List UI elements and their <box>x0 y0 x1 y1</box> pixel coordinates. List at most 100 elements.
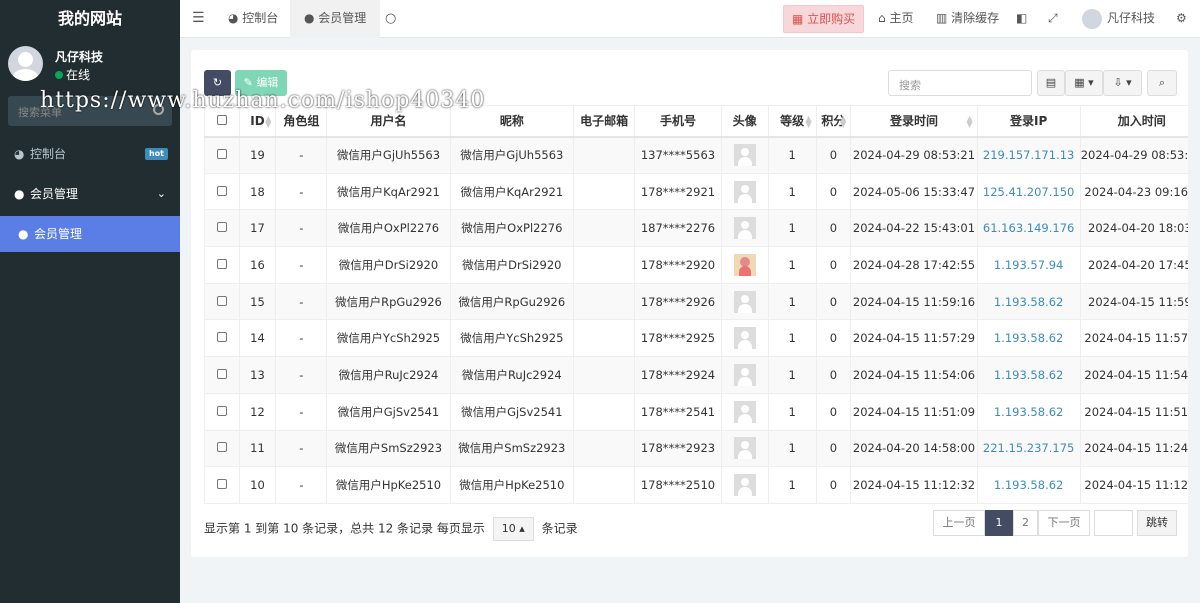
login-ip-cell[interactable]: 1.193.58.62 <box>976 392 1081 431</box>
level-cell: 1 <box>767 282 817 321</box>
table-row[interactable]: 10- 微信用户HpKe2510 微信用户HpKe2510 178****2510 1 0… <box>204 466 1188 504</box>
toggle-view-button[interactable]: ▤ <box>1037 70 1065 96</box>
login-ip-cell[interactable]: 221.15.237.175 <box>976 429 1081 468</box>
user-panel: 凡仔科技 在线 <box>0 40 180 90</box>
avatar[interactable] <box>733 290 756 313</box>
columns-button[interactable]: ▦ ▾ <box>1065 70 1103 96</box>
user-menu[interactable]: 凡仔科技 <box>1082 0 1155 38</box>
avatar[interactable] <box>733 180 756 203</box>
tab-dashboard[interactable]: ◕ 控制台 <box>228 0 278 38</box>
email-cell <box>572 172 636 211</box>
page-2-button[interactable]: 2 <box>1013 510 1038 536</box>
next-page-button[interactable]: 下一页 <box>1038 510 1090 536</box>
checkbox-cell[interactable] <box>204 319 240 358</box>
id-cell: 18 <box>238 172 277 211</box>
search-toggle-button[interactable]: ⌕ <box>1147 70 1177 96</box>
checkbox-cell[interactable] <box>204 429 240 468</box>
sidebar-search-input[interactable]: 搜索菜单 <box>8 96 172 126</box>
login-ip-cell[interactable]: 1.193.57.94 <box>976 246 1081 284</box>
avatar[interactable] <box>733 144 756 167</box>
translate-icon[interactable]: ◧ <box>1016 0 1027 38</box>
join-time-cell: 2024-04-15 11:24:2 <box>1079 429 1188 468</box>
login-ip-cell[interactable]: 125.41.207.150 <box>976 172 1081 211</box>
row-checkbox[interactable] <box>216 442 227 453</box>
row-checkbox[interactable] <box>216 368 227 379</box>
checkbox-cell[interactable] <box>204 466 240 504</box>
row-checkbox[interactable] <box>216 185 227 196</box>
clear-cache-button[interactable]: ▥ 清除缓存 <box>936 0 999 38</box>
checkbox-cell[interactable] <box>204 282 240 321</box>
table-row[interactable]: 11- 微信用户SmSz2923 微信用户SmSz2923 178****2923 1 0… <box>204 429 1188 468</box>
avatar[interactable] <box>733 474 756 497</box>
login-ip-cell[interactable]: 1.193.58.62 <box>976 466 1081 504</box>
checkbox[interactable] <box>216 114 227 125</box>
search-icon: ⌕ <box>1158 76 1166 89</box>
row-checkbox[interactable] <box>216 405 227 416</box>
col-email: 电子邮箱 <box>572 105 636 138</box>
table-row[interactable]: 19- 微信用户GjUh5563 微信用户GjUh5563 137****5563 1 0… <box>204 136 1188 174</box>
table-row[interactable]: 12- 微信用户GjSv2541 微信用户GjSv2541 178****2541 1 0… <box>204 392 1188 431</box>
refresh-tab-icon[interactable]: ○ <box>385 0 396 38</box>
table-row[interactable]: 18- 微信用户KqAr2921 微信用户KqAr2921 178****2921 1 0… <box>204 172 1188 211</box>
col-level[interactable]: 等级 ▲ ▼ <box>767 105 817 138</box>
avatar[interactable] <box>733 437 756 460</box>
refresh-button[interactable]: ↻ <box>204 70 231 96</box>
menu-toggle-icon[interactable]: ☰ <box>192 0 205 38</box>
fullscreen-icon[interactable]: ⤢ <box>1048 0 1058 38</box>
table-row[interactable]: 14- 微信用户YcSh2925 微信用户YcSh2925 178****2925 1 0… <box>204 319 1188 358</box>
checkbox-cell[interactable] <box>204 246 240 284</box>
sidebar-item-dashboard[interactable]: ◕ 控制台 hot <box>0 136 180 172</box>
login-ip-cell[interactable]: 219.157.171.13 <box>976 136 1081 174</box>
home-link[interactable]: ⌂ 主页 <box>878 0 913 38</box>
col-score[interactable]: 积分 ▲ ▼ <box>815 105 852 138</box>
checkbox-cell[interactable] <box>204 136 240 174</box>
table-search-input[interactable]: 搜索 <box>888 70 1032 96</box>
avatar[interactable] <box>733 217 756 240</box>
col-login-time[interactable]: 登录时间 ▲ ▼ <box>850 105 978 138</box>
checkbox-cell[interactable] <box>204 392 240 431</box>
login-ip-cell[interactable]: 1.193.58.62 <box>976 319 1081 358</box>
edit-button[interactable]: ✎ 编辑 <box>235 70 287 96</box>
page-1-button[interactable]: 1 <box>985 510 1013 536</box>
row-checkbox[interactable] <box>216 222 227 233</box>
sort-icon: ▲ ▼ <box>805 114 812 129</box>
settings-gear-icon[interactable]: ⚙ <box>1176 0 1187 38</box>
avatar-cell <box>720 136 769 174</box>
checkbox-cell[interactable] <box>204 356 240 394</box>
row-checkbox[interactable] <box>216 258 227 269</box>
checkbox-cell[interactable] <box>204 172 240 211</box>
search-icon[interactable] <box>153 104 164 115</box>
site-brand[interactable]: 我的网站 <box>0 0 180 40</box>
row-checkbox[interactable] <box>216 479 227 490</box>
avatar[interactable] <box>733 363 756 386</box>
group-cell: - <box>275 282 328 321</box>
jump-page-input[interactable] <box>1094 510 1133 536</box>
jump-button[interactable]: 跳转 <box>1137 510 1177 536</box>
select-all-checkbox-cell[interactable] <box>204 105 240 138</box>
tab-member-management[interactable]: ● 会员管理 <box>290 0 381 38</box>
buy-now-button[interactable]: ▦ 立即购买 <box>783 5 865 33</box>
login-ip-cell[interactable]: 61.163.149.176 <box>976 209 1081 248</box>
row-checkbox[interactable] <box>216 149 227 160</box>
join-time-cell: 2024-04-15 11:57:2 <box>1079 319 1188 358</box>
trash-icon: ▥ <box>936 11 952 25</box>
prev-page-button[interactable]: 上一页 <box>933 510 985 536</box>
table-row[interactable]: 13- 微信用户RuJc2924 微信用户RuJc2924 178****2924 1 0… <box>204 356 1188 394</box>
export-button[interactable]: ⇩ ▾ <box>1103 70 1142 96</box>
avatar[interactable] <box>733 400 756 423</box>
table-row[interactable]: 16- 微信用户DrSi2920 微信用户DrSi2920 178****2920 1 0… <box>204 246 1188 284</box>
avatar[interactable] <box>733 327 756 350</box>
page-size-select[interactable]: 10 ▴ <box>492 517 534 541</box>
row-checkbox[interactable] <box>216 332 227 343</box>
sidebar-item-member-group[interactable]: ● 会员管理 ⌄ <box>0 176 180 212</box>
avatar[interactable] <box>733 253 756 276</box>
table-row[interactable]: 17- 微信用户OxPl2276 微信用户OxPl2276 187****2276 1 0… <box>204 209 1188 248</box>
table-row[interactable]: 15- 微信用户RpGu2926 微信用户RpGu2926 178****2926 1 0… <box>204 282 1188 321</box>
sidebar-item-member-management[interactable]: ● 会员管理 <box>0 216 180 252</box>
checkbox-cell[interactable] <box>204 209 240 248</box>
login-ip-cell[interactable]: 1.193.58.62 <box>976 356 1081 394</box>
col-id[interactable]: ID ▲ ▼ <box>238 105 277 138</box>
row-checkbox[interactable] <box>216 295 227 306</box>
score-cell: 0 <box>815 136 852 174</box>
login-ip-cell[interactable]: 1.193.58.62 <box>976 282 1081 321</box>
